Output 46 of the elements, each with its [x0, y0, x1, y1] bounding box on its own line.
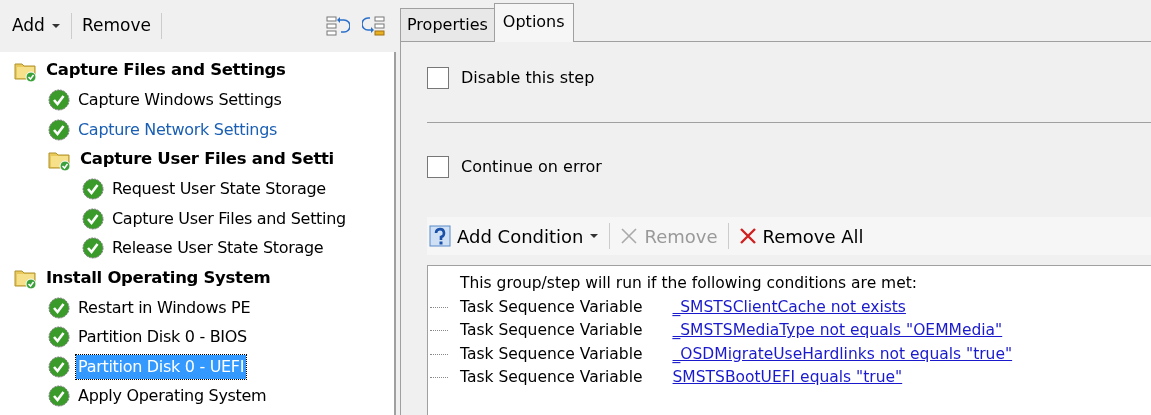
list-arrow-icon [362, 15, 386, 37]
tree-item[interactable]: Release User State Storage [110, 236, 326, 261]
tab[interactable]: Options [493, 3, 574, 42]
move-down-button[interactable] [360, 15, 388, 37]
tree-item[interactable]: Capture Windows Settings [76, 88, 284, 113]
condition-link[interactable]: _SMSTSMediaType not equals "OEMMedia" [672, 319, 1003, 343]
checkbox-label: Disable this step [461, 67, 595, 89]
condition-type: Task Sequence Variable [460, 343, 643, 365]
add-condition-button[interactable]: Add Condition [427, 222, 602, 250]
tab[interactable]: Properties [400, 8, 495, 41]
checkbox-label: Continue on error [461, 156, 602, 178]
check-icon [48, 296, 70, 319]
check-icon [82, 207, 104, 230]
tree-item[interactable]: Capture Files and Settings [44, 58, 288, 84]
condition-link[interactable]: _OSDMigrateUseHardlinks not equals "true" [672, 342, 1013, 366]
condition-link[interactable]: SMSTSBootUEFI equals "true" [672, 366, 903, 390]
remove-all-button[interactable]: Remove All [736, 222, 866, 250]
checkbox[interactable] [427, 156, 449, 178]
list-arrow-icon [326, 15, 350, 37]
tree-item[interactable]: Capture User Files and Setting [110, 206, 348, 231]
conditions-intro: This group/step will run if the following conditions are met: [460, 273, 918, 295]
tree-item[interactable]: Apply Operating System [76, 384, 269, 409]
condition-type: Task Sequence Variable [460, 367, 643, 389]
checkbox[interactable] [427, 67, 449, 89]
move-up-button[interactable] [324, 15, 352, 37]
remove-button[interactable]: Remove [79, 13, 153, 39]
check-icon [48, 355, 70, 378]
check-icon [48, 326, 70, 349]
tree-item[interactable]: Capture Network Settings [76, 118, 280, 142]
condition-type: Task Sequence Variable [460, 296, 643, 318]
help-icon [429, 225, 451, 247]
condition-type: Task Sequence Variable [460, 320, 643, 342]
add-button[interactable]: Add [10, 13, 63, 39]
x-icon [620, 227, 639, 245]
check-icon [82, 237, 104, 260]
check-icon [48, 385, 70, 408]
tree-item[interactable]: Restart in Windows PE [76, 295, 253, 320]
check-icon [48, 119, 70, 141]
tree-item[interactable]: Partition Disk 0 - BIOS [76, 325, 249, 350]
check-icon [48, 89, 70, 112]
tree-item[interactable]: Request User State Storage [110, 177, 328, 202]
condition-link[interactable]: _SMSTSClientCache not exists [672, 295, 906, 319]
check-icon [82, 178, 104, 201]
tree-item[interactable]: Capture User Files and Setti [78, 147, 336, 172]
tree-item[interactable]: Install Operating System [44, 265, 273, 291]
x-icon [738, 227, 757, 245]
